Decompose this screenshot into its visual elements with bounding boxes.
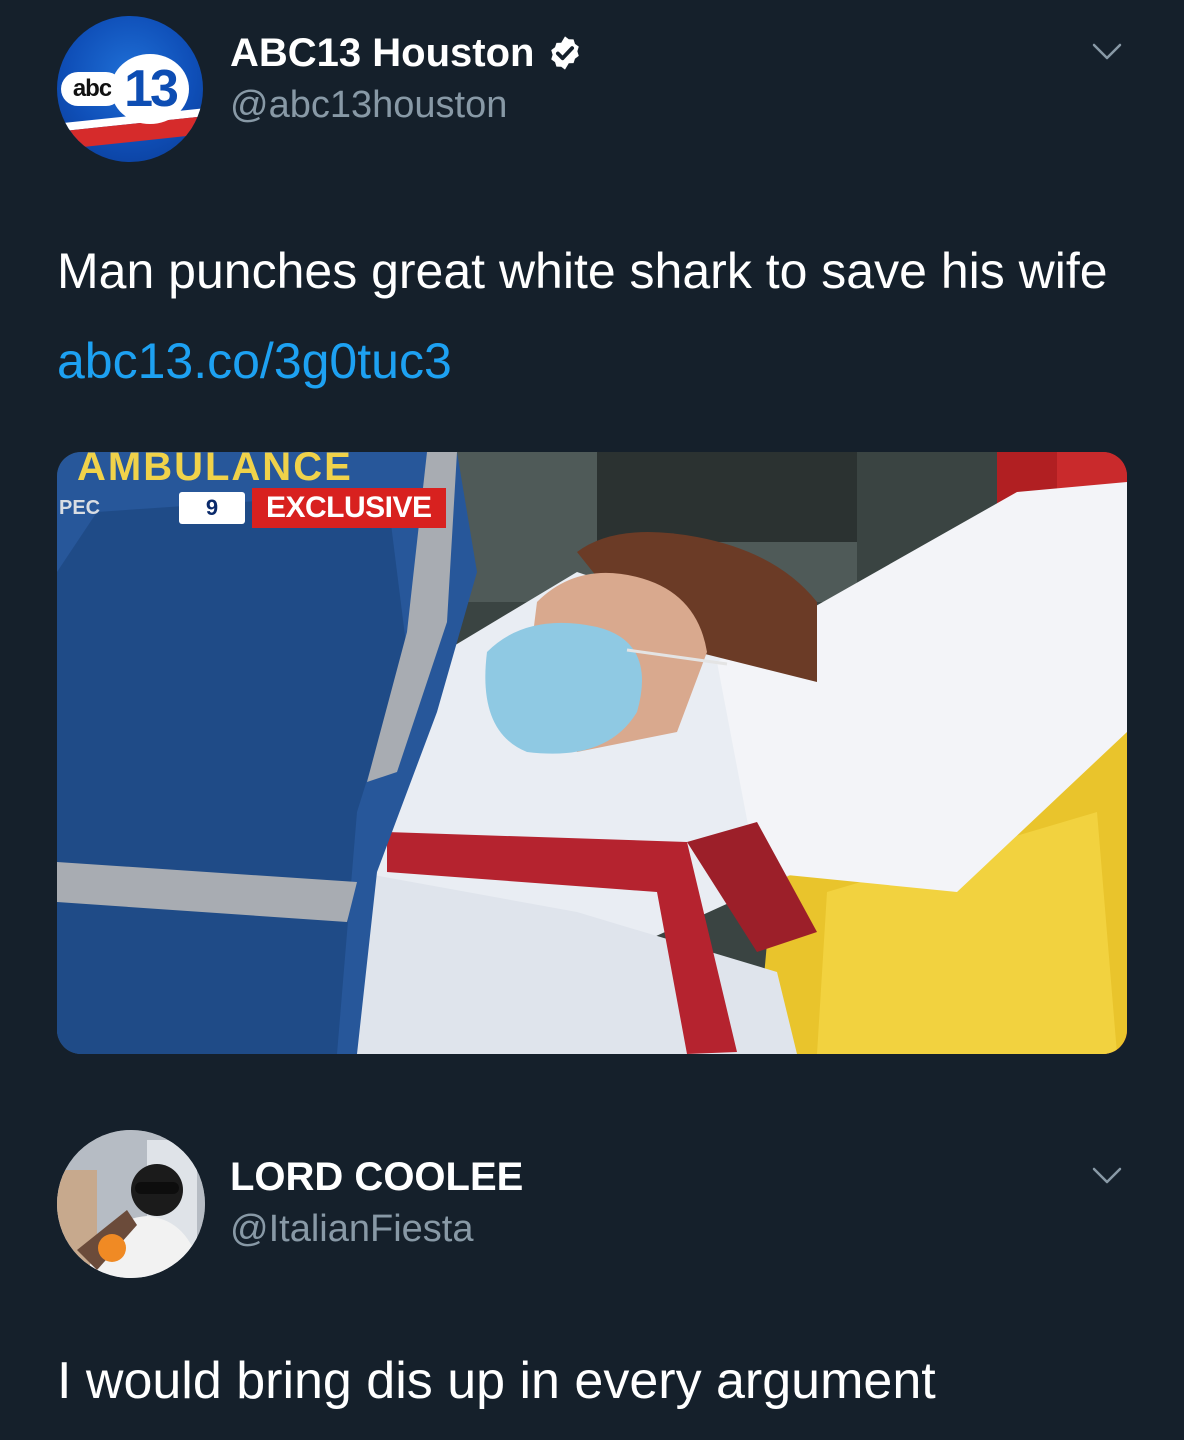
handle[interactable]: @abc13houston xyxy=(230,82,507,128)
avatar[interactable] xyxy=(57,1130,205,1278)
channel-logo: 9 xyxy=(179,492,245,524)
tweet-body: Man punches great white shark to save hi… xyxy=(57,243,1108,299)
tweet-text: I would bring dis up in every argument xyxy=(57,1352,936,1410)
media-scene: AMBULANCE PEC xyxy=(57,452,1127,1054)
abc-logo-number: 13 xyxy=(111,54,189,124)
tweet-media-image[interactable]: AMBULANCE PEC 9 EXCLUSIVE xyxy=(57,452,1127,1054)
avatar[interactable]: abc 13 xyxy=(57,16,203,162)
chevron-down-icon[interactable] xyxy=(1092,1166,1122,1186)
tweet-link[interactable]: abc13.co/3g0tuc3 xyxy=(57,333,452,389)
exclusive-badge: EXCLUSIVE xyxy=(252,488,446,528)
display-name[interactable]: ABC13 Houston xyxy=(230,28,534,78)
display-name[interactable]: LORD COOLEE xyxy=(230,1152,523,1202)
jacket-subtext: PEC xyxy=(59,497,100,519)
chevron-down-icon[interactable] xyxy=(1092,42,1122,62)
author-row[interactable]: ABC13 Houston xyxy=(230,28,584,78)
handle[interactable]: @ItalianFiesta xyxy=(230,1206,473,1252)
tweet-reply[interactable]: LORD COOLEE @ItalianFiesta I would bring… xyxy=(0,1100,1184,1440)
jacket-text: AMBULANCE xyxy=(77,452,353,489)
avatar-photo xyxy=(57,1130,205,1278)
tweet-text: Man punches great white shark to save hi… xyxy=(57,226,1137,406)
verified-badge-icon xyxy=(551,36,580,70)
tweet-original[interactable]: abc 13 ABC13 Houston @abc13houston Man p… xyxy=(0,0,1184,1100)
